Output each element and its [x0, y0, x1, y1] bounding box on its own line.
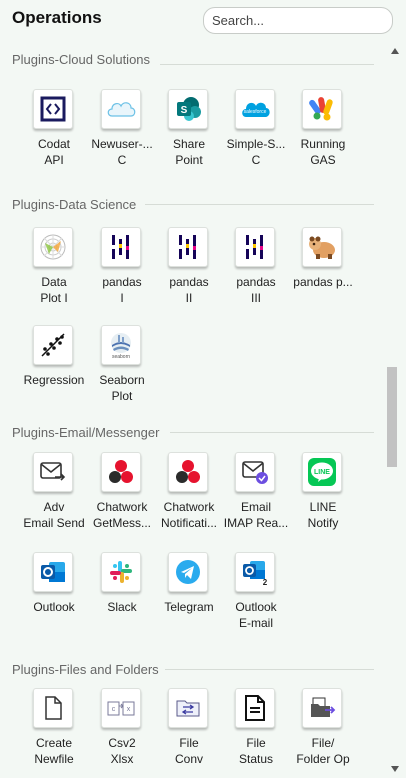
- tile-label: LINE Notify: [307, 500, 339, 530]
- tile-label: Telegram: [164, 600, 214, 614]
- section-datasci-header: Plugins-Data Science: [0, 195, 384, 229]
- tile-label: pandas III: [236, 275, 276, 305]
- tile-label: Csv2 Xlsx: [108, 736, 136, 766]
- file-status-icon: [235, 688, 275, 728]
- tile-label: Email IMAP Rea...: [223, 500, 289, 530]
- operations-list: Plugins-Cloud Solutions Codat API Newuse…: [0, 44, 384, 778]
- svg-text:S: S: [181, 105, 188, 116]
- line-icon: LINE: [302, 452, 342, 492]
- tile-label: Codat API: [37, 137, 71, 167]
- chatwork-icon: [101, 452, 141, 492]
- outlook-email-icon: 2: [235, 552, 275, 592]
- regression-icon: [33, 325, 73, 365]
- chatwork-icon: [168, 452, 208, 492]
- tile-label: Share Point: [172, 137, 206, 167]
- slack-icon: [101, 552, 141, 592]
- section-divider: [165, 669, 374, 670]
- section-cloud-grid: Codat API Newuser-... C S Share Point sa…: [0, 89, 384, 195]
- tile-label: Chatwork Notificati...: [160, 500, 217, 530]
- tile-label: Outlook: [33, 600, 75, 614]
- svg-text:c: c: [112, 706, 116, 713]
- section-divider: [160, 64, 374, 65]
- tile-label: Running GAS: [300, 137, 346, 167]
- pandas-icon: [168, 227, 208, 267]
- salesforce-cloud-icon: [101, 89, 141, 129]
- header: Operations: [0, 0, 406, 44]
- pandas-icon: [235, 227, 275, 267]
- scroll-up-arrow-icon[interactable]: [391, 48, 399, 54]
- csv-convert-icon: cx: [101, 688, 141, 728]
- salesforce-icon: salesforce: [235, 89, 275, 129]
- tile-label: Chatwork GetMess...: [92, 500, 151, 530]
- svg-text:x: x: [127, 706, 131, 713]
- search-input[interactable]: [203, 7, 393, 34]
- tile-label: Data Plot I: [40, 275, 68, 305]
- tile-label: Create Newfile: [34, 736, 74, 766]
- section-divider: [170, 432, 374, 433]
- tile-label: pandas p...: [293, 275, 353, 289]
- page-title: Operations: [12, 8, 102, 27]
- scrollbar[interactable]: [384, 44, 406, 778]
- outlook-icon: [33, 552, 73, 592]
- polar-plot-icon: [33, 227, 73, 267]
- tile-label: File Status: [238, 736, 274, 766]
- scroll-down-arrow-icon[interactable]: [391, 766, 399, 772]
- tile-label: Newuser-... C: [91, 137, 153, 167]
- pandas-icon: [101, 227, 141, 267]
- email-send-icon: [33, 452, 73, 492]
- section-title: Plugins-Data Science: [12, 197, 137, 212]
- tile-label: Seaborn Plot: [99, 373, 145, 403]
- section-title: Plugins-Email/Messenger: [12, 425, 160, 440]
- tile-label: Regression: [23, 373, 85, 387]
- tile-label: File Conv: [174, 736, 203, 766]
- codat-icon: [33, 89, 73, 129]
- tile-label: Outlook E-mail: [235, 600, 277, 630]
- scrollbar-thumb[interactable]: [387, 367, 397, 467]
- tile-label: Simple-S... C: [226, 137, 286, 167]
- sharepoint-icon: S: [168, 89, 208, 129]
- svg-text:salesforce: salesforce: [244, 109, 267, 115]
- tile-label: File/ Folder Op: [296, 736, 350, 766]
- svg-text:LINE: LINE: [314, 469, 330, 476]
- section-divider: [145, 204, 374, 205]
- telegram-icon: [168, 552, 208, 592]
- tile-label: Adv Email Send: [23, 500, 85, 530]
- svg-text:2: 2: [263, 578, 268, 586]
- seaborn-icon: seaborn: [101, 325, 141, 365]
- folder-op-icon: [302, 688, 342, 728]
- section-files-grid: Create Newfile cx Csv2 Xlsx File Conv Fi…: [0, 688, 384, 778]
- section-email-grid: Adv Email Send Chatwork GetMess... Chatw…: [0, 452, 384, 662]
- new-file-icon: [33, 688, 73, 728]
- section-cloud-header: Plugins-Cloud Solutions: [0, 44, 384, 78]
- tile-label: pandas II: [169, 275, 209, 305]
- svg-text:seaborn: seaborn: [112, 354, 130, 359]
- section-title: Plugins-Files and Folders: [12, 662, 159, 677]
- tile-label: Slack: [107, 600, 137, 614]
- file-convert-icon: [168, 688, 208, 728]
- email-imap-icon: [235, 452, 275, 492]
- tile-label: pandas I: [102, 275, 142, 305]
- section-title: Plugins-Cloud Solutions: [12, 52, 151, 67]
- apps-script-icon: [302, 89, 342, 129]
- panda-animal-icon: [302, 227, 342, 267]
- section-datasci-grid: Data Plot I pandas I pandas II pandas II…: [0, 227, 384, 425]
